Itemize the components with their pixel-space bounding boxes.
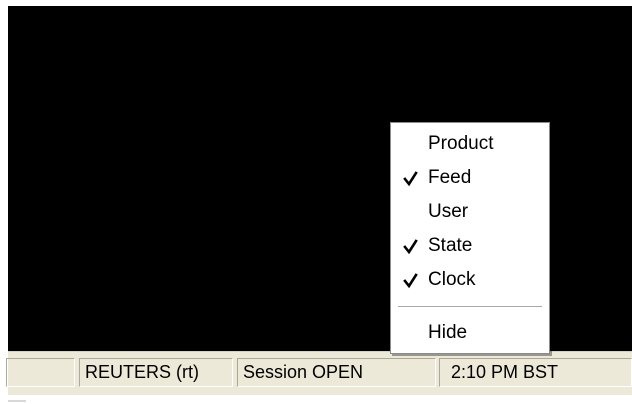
status-pane-empty — [6, 358, 75, 387]
status-pane-session: Session OPEN — [237, 358, 436, 387]
menu-item-user[interactable]: User — [391, 196, 549, 228]
checkmark-icon — [403, 239, 418, 255]
checkmark-icon — [403, 273, 418, 289]
menu-item-clock[interactable]: Clock — [391, 264, 549, 296]
status-pane-feed: REUTERS (rt) — [79, 358, 233, 387]
menu-separator — [398, 306, 542, 308]
menu-item-label: User — [428, 201, 469, 222]
menu-item-label: Clock — [428, 269, 476, 290]
menu-item-label: State — [428, 235, 473, 256]
statusbar-context-menu: Product Feed User State Clock Hide — [390, 122, 550, 354]
window-bottom-edge — [8, 395, 632, 404]
menu-item-product[interactable]: Product — [391, 128, 549, 160]
menu-item-hide[interactable]: Hide — [391, 317, 549, 349]
menu-item-state[interactable]: State — [391, 230, 549, 262]
menu-item-label: Feed — [428, 167, 472, 188]
checkmark-icon — [403, 171, 418, 187]
scroll-grip — [8, 400, 26, 402]
menu-item-label: Product — [428, 133, 494, 154]
status-bar: REUTERS (rt) Session OPEN 2:10 PM BST — [6, 351, 632, 396]
menu-item-label: Hide — [428, 322, 468, 343]
application-window: REUTERS (rt) Session OPEN 2:10 PM BST Pr… — [0, 0, 632, 404]
menu-item-feed[interactable]: Feed — [391, 162, 549, 194]
status-pane-clock: 2:10 PM BST — [439, 358, 632, 387]
